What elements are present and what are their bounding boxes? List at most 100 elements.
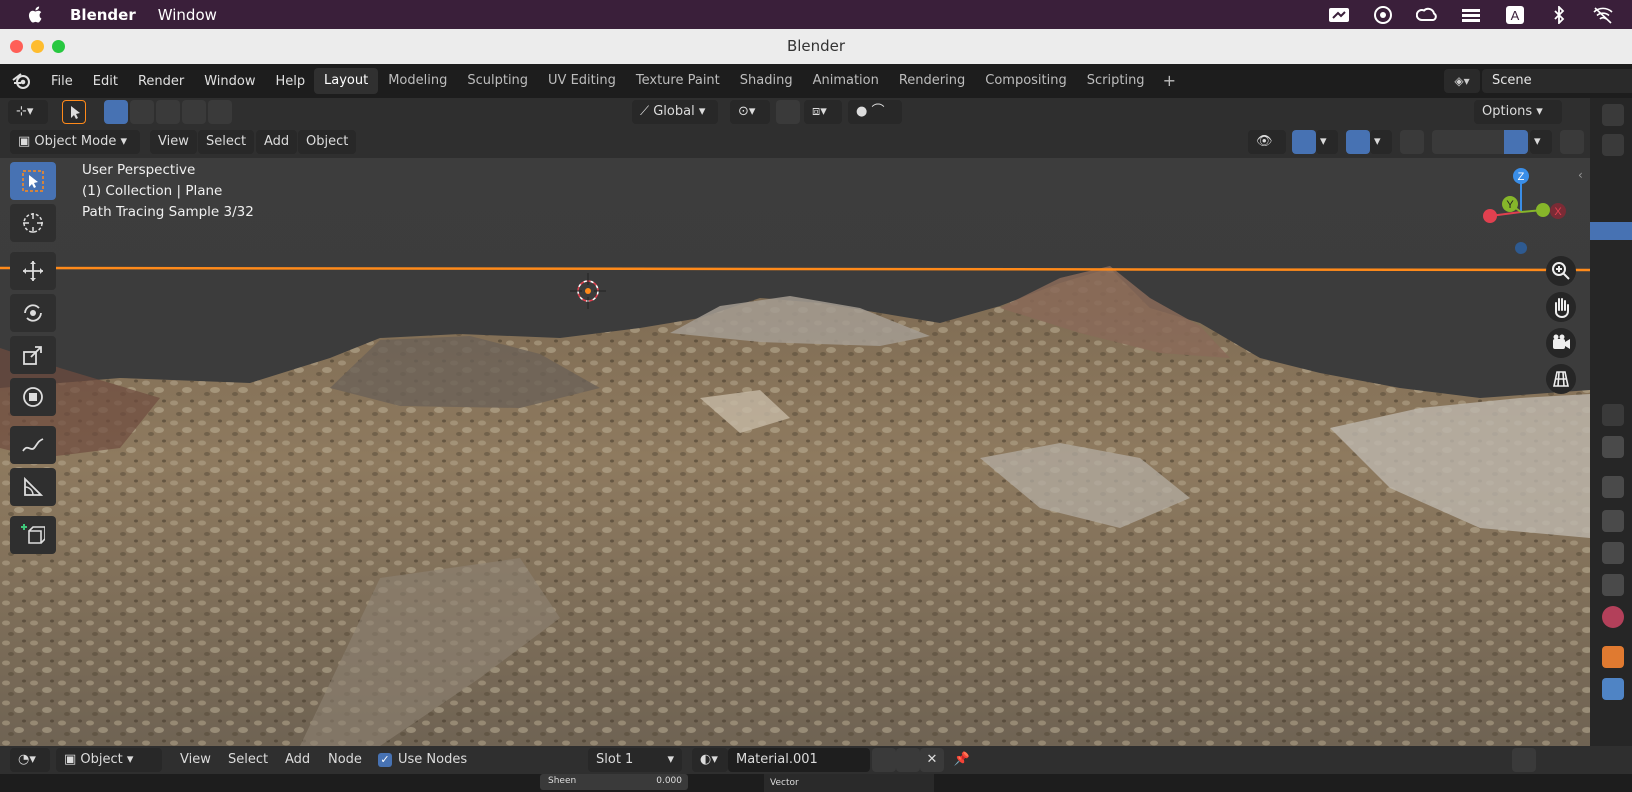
- tab-sculpting[interactable]: Sculpting: [457, 68, 538, 94]
- gizmo-dropdown[interactable]: ▾: [1316, 130, 1338, 154]
- tab-uv-editing[interactable]: UV Editing: [538, 68, 626, 94]
- select-intersect-icon[interactable]: [208, 100, 232, 124]
- apple-icon[interactable]: [26, 5, 44, 24]
- shader-node-menu[interactable]: Node: [328, 748, 362, 772]
- node-editor-canvas[interactable]: Sheen 0.000 Vector: [0, 774, 1632, 792]
- shader-select-menu[interactable]: Select: [228, 748, 268, 772]
- shader-editor-type-dropdown[interactable]: ◔▾: [10, 748, 50, 772]
- modifier-properties-icon[interactable]: [1602, 678, 1624, 700]
- menu-help[interactable]: Help: [276, 74, 306, 89]
- perspective-toggle-button[interactable]: [1546, 364, 1576, 394]
- rendered-shading-icon[interactable]: [1504, 130, 1528, 154]
- overlays-dropdown[interactable]: ▾: [1370, 130, 1392, 154]
- scene-name-field[interactable]: Scene: [1482, 69, 1632, 93]
- outliner-selected-row[interactable]: [1590, 222, 1632, 240]
- options-dropdown[interactable]: Options ▾: [1474, 100, 1562, 124]
- tool-cursor[interactable]: [10, 204, 56, 242]
- navigation-gizmo[interactable]: Z Y X: [1476, 164, 1566, 256]
- pan-view-button[interactable]: [1546, 292, 1576, 322]
- tool-add-cube[interactable]: [10, 516, 56, 554]
- visibility-dropdown[interactable]: 👁▾: [1248, 130, 1286, 173]
- tab-texture-paint[interactable]: Texture Paint: [626, 68, 730, 94]
- editor-type-dropdown[interactable]: ⊹▾: [8, 100, 48, 124]
- viewport-add-menu[interactable]: Add: [256, 130, 298, 154]
- pivot-point-dropdown[interactable]: ⊙▾: [730, 100, 770, 124]
- parent-node-tree-icon[interactable]: [1484, 748, 1508, 772]
- view-layer-properties-icon[interactable]: [1602, 542, 1624, 564]
- scene-icon[interactable]: ◈▾: [1444, 69, 1480, 93]
- gizmo-neg-z-axis[interactable]: [1515, 242, 1527, 254]
- tool-transform[interactable]: [10, 378, 56, 416]
- viewport-view-menu[interactable]: View: [150, 130, 197, 154]
- properties-editor-icon[interactable]: [1602, 404, 1624, 426]
- tool-scale[interactable]: [10, 336, 56, 374]
- zoom-view-button[interactable]: [1546, 256, 1576, 286]
- tab-rendering[interactable]: Rendering: [889, 68, 975, 94]
- input-source-icon[interactable]: A: [1504, 5, 1526, 24]
- shader-view-menu[interactable]: View: [180, 748, 211, 772]
- shading-dropdown[interactable]: ▾: [1530, 130, 1552, 154]
- menu-file[interactable]: File: [51, 74, 73, 89]
- wireframe-shading-icon[interactable]: [1432, 130, 1456, 154]
- duplicate-material-icon[interactable]: [896, 748, 920, 772]
- tab-compositing[interactable]: Compositing: [975, 68, 1077, 94]
- viewport-select-menu[interactable]: Select: [198, 130, 255, 154]
- select-tool-icon[interactable]: [62, 100, 86, 124]
- viewport-object-menu[interactable]: Object: [298, 130, 357, 154]
- add-workspace-icon[interactable]: +: [1163, 68, 1176, 94]
- tab-layout[interactable]: Layout: [314, 68, 379, 94]
- select-invert-icon[interactable]: [182, 100, 206, 124]
- snap-nodes-icon[interactable]: [1512, 748, 1536, 772]
- overlays-toggle-icon[interactable]: [1346, 130, 1370, 154]
- sheen-slider[interactable]: Sheen 0.000: [540, 774, 688, 790]
- outliner-editor-icon[interactable]: [1602, 104, 1624, 126]
- bluetooth-icon[interactable]: [1548, 4, 1570, 25]
- menu-window[interactable]: Window: [204, 74, 255, 89]
- transform-orientation-dropdown[interactable]: ⟋ Global ▾: [632, 100, 718, 124]
- overflow-icon[interactable]: [1372, 5, 1394, 24]
- gizmo-neg-x-axis[interactable]: [1483, 209, 1497, 223]
- fake-user-icon[interactable]: [872, 748, 896, 772]
- tool-move[interactable]: [10, 252, 56, 290]
- sidebar-toggle-icon[interactable]: ‹: [1578, 168, 1583, 182]
- shader-type-dropdown[interactable]: ▣ Object ▾: [56, 748, 162, 772]
- mode-dropdown[interactable]: ▣ Object Mode ▾: [10, 130, 140, 154]
- shader-add-menu[interactable]: Add: [285, 748, 310, 772]
- tab-animation[interactable]: Animation: [803, 68, 889, 94]
- vector-node[interactable]: Vector: [764, 774, 934, 792]
- display-icon[interactable]: [1460, 6, 1482, 24]
- material-browse-dropdown[interactable]: ◐▾: [692, 748, 728, 772]
- tab-shading[interactable]: Shading: [730, 68, 803, 94]
- gizmo-neg-y-axis[interactable]: [1536, 203, 1550, 217]
- tool-annotate[interactable]: [10, 426, 56, 464]
- tab-scripting[interactable]: Scripting: [1077, 68, 1155, 94]
- unlink-material-icon[interactable]: ✕: [920, 748, 944, 772]
- select-subtract-icon[interactable]: [156, 100, 180, 124]
- snap-toggle-icon[interactable]: [776, 100, 800, 124]
- 3d-viewport[interactable]: User Perspective (1) Collection | Plane …: [0, 158, 1590, 746]
- gizmo-toggle-icon[interactable]: [1292, 130, 1316, 154]
- scene-properties-icon[interactable]: [1602, 574, 1624, 596]
- solid-shading-icon[interactable]: [1456, 130, 1480, 154]
- use-nodes-checkbox[interactable]: ✓: [378, 753, 392, 767]
- render-properties-icon[interactable]: [1602, 476, 1624, 498]
- proportional-editing-toggle[interactable]: ● ⌒: [848, 100, 902, 124]
- camera-view-button[interactable]: [1546, 328, 1576, 358]
- blender-logo-icon[interactable]: [11, 71, 31, 91]
- object-properties-icon[interactable]: [1602, 646, 1624, 668]
- material-name-field[interactable]: Material.001: [728, 748, 870, 772]
- tool-select-box[interactable]: [10, 162, 56, 200]
- select-extend-icon[interactable]: [130, 100, 154, 124]
- xray-toggle-icon[interactable]: [1400, 130, 1424, 154]
- window-menu[interactable]: Window: [158, 6, 217, 24]
- output-properties-icon[interactable]: [1602, 510, 1624, 532]
- screen-icon[interactable]: [1328, 6, 1350, 24]
- slot-dropdown[interactable]: Slot 1 ▾: [588, 748, 682, 772]
- tool-rotate[interactable]: [10, 294, 56, 332]
- material-preview-icon[interactable]: [1480, 130, 1504, 154]
- pin-icon[interactable]: 📌: [950, 748, 974, 772]
- snap-target-dropdown[interactable]: ⧈▾: [804, 100, 842, 124]
- tab-modeling[interactable]: Modeling: [378, 68, 457, 94]
- outliner-filter-icon[interactable]: [1602, 134, 1624, 156]
- tool-measure[interactable]: [10, 468, 56, 506]
